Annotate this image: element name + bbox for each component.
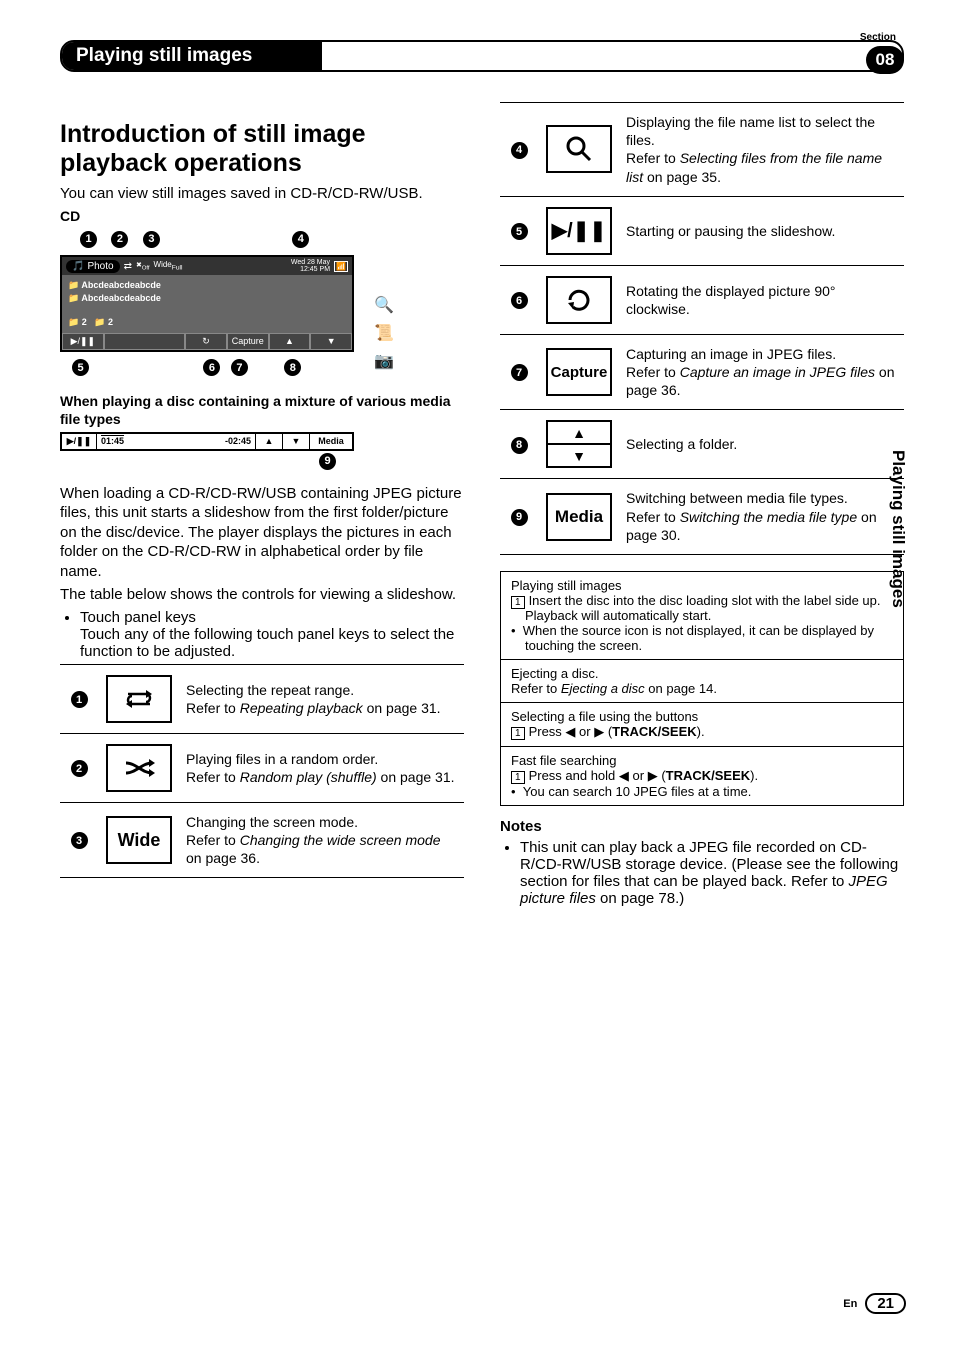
controls-table-left: 1 Selecting the repeat range.Refer to Re… — [60, 664, 464, 879]
media-label: Media — [310, 434, 352, 449]
table-row: 9 Media Switching between media file typ… — [500, 479, 904, 555]
table-row: 3 Wide Changing the screen mode.Refer to… — [60, 802, 464, 878]
operations-box: Playing still images 1Insert the disc in… — [500, 571, 904, 806]
up-icon: ▲ — [269, 333, 311, 350]
table-row: 8 ▲▼ Selecting a folder. — [500, 410, 904, 479]
table-row: 1 Selecting the repeat range.Refer to Re… — [60, 664, 464, 733]
side-tab: Playing still images — [888, 450, 908, 608]
wide-label: Wide — [106, 816, 172, 864]
play-pause-icon: ▶/❚❚ — [62, 434, 97, 449]
repeat-icon: ⇄ — [124, 261, 132, 272]
play-pause-icon: ▶/❚❚ — [62, 333, 104, 350]
down-icon: ▼ — [310, 333, 352, 350]
notes-item: This unit can play back a JPEG file reco… — [520, 839, 904, 907]
table-row: 2 Playing files in a random order.Refer … — [60, 733, 464, 802]
section-heading: Introduction of still image playback ope… — [60, 120, 464, 178]
page-number: 21 — [865, 1293, 906, 1314]
playbar: ▶/❚❚ 01:45 -02:45 ▲ ▼ Media — [60, 432, 354, 451]
photo-pill: 🎵 Photo — [66, 260, 120, 273]
up-down-icon: ▲▼ — [546, 420, 612, 468]
rotate-icon: ↻ — [185, 333, 227, 350]
chapter-title-bar: Playing still images — [60, 40, 904, 72]
down-icon: ▼ — [283, 434, 310, 449]
notes-heading: Notes — [500, 818, 904, 835]
table-row: 7 Capture Capturing an image in JPEG fil… — [500, 334, 904, 410]
body-paragraph-2: The table below shows the controls for v… — [60, 585, 464, 605]
scroll-icon: 📜 — [374, 323, 394, 343]
chapter-title: Playing still images — [76, 45, 252, 67]
up-icon: ▲ — [256, 434, 283, 449]
table-row: 4 Displaying the file name list to selec… — [500, 103, 904, 197]
callouts-bottom: 5 6 7 8 — [60, 358, 464, 378]
repeat-icon — [106, 675, 172, 723]
table-row: 5 ▶/❚❚ Starting or pausing the slideshow… — [500, 196, 904, 265]
body-paragraph: When loading a CD-R/CD-RW/USB containing… — [60, 484, 464, 582]
capture-label: Capture — [546, 348, 612, 396]
intro-text: You can view still images saved in CD-R/… — [60, 184, 464, 204]
capture-btn: Capture — [227, 333, 269, 350]
left-column: Introduction of still image playback ope… — [60, 102, 464, 911]
media-label: Media — [546, 493, 612, 541]
page-footer: En 21 — [843, 1293, 906, 1314]
section-header: Section 08 Playing still images — [60, 40, 904, 72]
shuffle-icon — [106, 744, 172, 792]
controls-table-right: 4 Displaying the file name list to selec… — [500, 102, 904, 555]
play-pause-icon: ▶/❚❚ — [546, 207, 612, 255]
page-lang: En — [843, 1298, 857, 1310]
search-icon — [546, 125, 612, 173]
right-column: 4 Displaying the file name list to selec… — [500, 102, 904, 911]
table-row: 6 Rotating the displayed picture 90° clo… — [500, 265, 904, 334]
ui-screenshot: 🎵 Photo ⇄ ✖Off WideFull Wed 28 May12:45 … — [60, 255, 354, 352]
rotate-icon — [546, 276, 612, 324]
cd-label: CD — [60, 207, 464, 225]
magnifier-icon: 🔍 — [374, 295, 394, 315]
mixture-heading: When playing a disc containing a mixture… — [60, 392, 464, 428]
callouts-top: 1 2 3 4 — [60, 229, 464, 249]
touch-panel-item: Touch panel keys Touch any of the follow… — [80, 609, 464, 660]
